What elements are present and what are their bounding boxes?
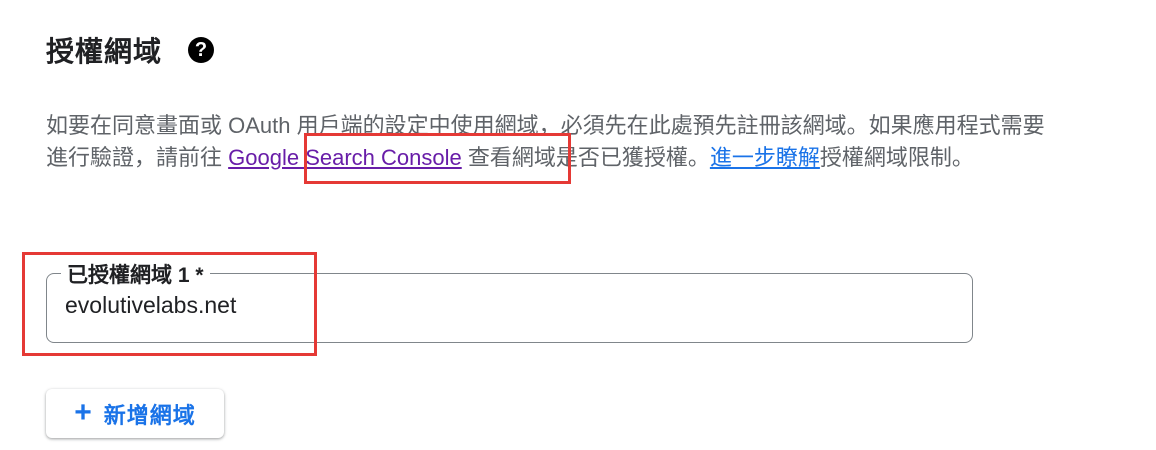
description-text-after: 授權網域限制。: [819, 145, 974, 170]
description-text-between: 查看網域是否已獲授權。: [467, 145, 710, 170]
help-icon[interactable]: ?: [188, 37, 215, 63]
learn-more-link[interactable]: 進一步瞭解: [710, 145, 820, 170]
plus-icon: +: [74, 395, 92, 429]
authorized-domain-field: 已授權網域 1 *: [46, 259, 973, 343]
section-header: 授權網域 ?: [46, 30, 215, 70]
authorized-domains-section: 授權網域 ? 如要在同意畫面或 OAuth 用戶端的設定中使用網域，必須先在此處…: [0, 0, 1156, 450]
add-domain-button[interactable]: + 新增網域: [46, 389, 224, 438]
section-description: 如要在同意畫面或 OAuth 用戶端的設定中使用網域，必須先在此處預先註冊該網域…: [46, 110, 1066, 174]
authorized-domain-label: 已授權網域 1 *: [61, 259, 210, 289]
google-search-console-link[interactable]: Google Search Console: [228, 145, 462, 170]
authorized-domain-input[interactable]: [65, 292, 945, 319]
section-title: 授權網域: [46, 36, 163, 67]
add-domain-label: 新增網域: [103, 402, 196, 428]
